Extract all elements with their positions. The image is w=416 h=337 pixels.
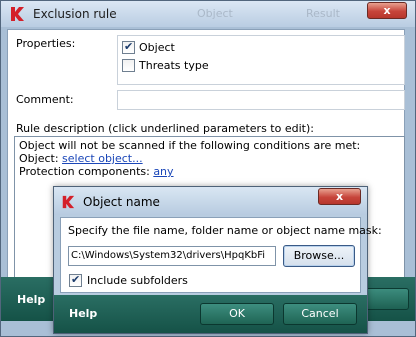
rule-components-line: Protection components: any — [19, 165, 400, 178]
include-subfolders-checkbox[interactable]: ✔ — [69, 273, 82, 287]
properties-list: ✔ Object Threats type — [117, 35, 405, 85]
comment-label: Comment: — [16, 93, 74, 106]
close-icon: x — [335, 190, 344, 203]
checkmark-icon: ✔ — [71, 273, 81, 286]
close-button[interactable]: x — [367, 2, 407, 19]
exclusion-rule-titlebar[interactable]: Exclusion rule Object Result x — [1, 1, 415, 27]
dialog-cancel-button[interactable]: Cancel — [283, 303, 357, 325]
help-link[interactable]: Help — [17, 293, 45, 306]
select-object-link[interactable]: select object... — [62, 152, 143, 165]
dialog-close-button[interactable]: x — [318, 188, 361, 205]
components-prefix: Protection components: — [19, 165, 154, 178]
comment-input[interactable] — [117, 90, 405, 110]
object-name-titlebar[interactable]: Object name x — [54, 187, 367, 215]
object-option-label: Object — [139, 41, 175, 54]
close-icon: x — [383, 4, 391, 17]
properties-label: Properties: — [16, 37, 76, 50]
object-prefix: Object: — [19, 152, 63, 165]
rule-description-line: Object will not be scanned if the follow… — [19, 139, 361, 152]
components-any-link[interactable]: any — [153, 165, 173, 178]
include-subfolders-label: Include subfolders — [87, 274, 188, 287]
instruction-text: Specify the file name, folder name or ob… — [68, 224, 382, 237]
object-path-input[interactable]: C:\Windows\System32\drivers\HpqKbFi — [68, 246, 276, 266]
ghost-header-result: Result — [306, 7, 340, 20]
object-checkbox[interactable]: ✔ — [122, 40, 135, 54]
object-name-dialog: Object name x Specify the file name, fol… — [53, 186, 382, 334]
checkmark-icon: ✔ — [124, 40, 134, 53]
rule-description-label: Rule description (click underlined param… — [16, 122, 314, 135]
ok-button[interactable]: OK — [200, 303, 274, 325]
object-name-title: Object name — [83, 195, 160, 209]
ghost-header-object: Object — [197, 7, 233, 20]
rule-object-line: Object: select object... — [19, 152, 400, 165]
dialog-help-link[interactable]: Help — [69, 307, 97, 320]
object-name-footer: Help OK Cancel — [54, 295, 367, 333]
kaspersky-logo-icon — [62, 195, 75, 209]
browse-button[interactable]: Browse... — [283, 245, 355, 267]
threats-type-checkbox[interactable] — [122, 59, 135, 72]
exclusion-rule-title: Exclusion rule — [33, 7, 117, 21]
threats-type-option-label: Threats type — [139, 59, 209, 72]
object-name-content: Specify the file name, folder name or ob… — [60, 217, 382, 293]
kaspersky-logo-icon — [11, 7, 24, 21]
